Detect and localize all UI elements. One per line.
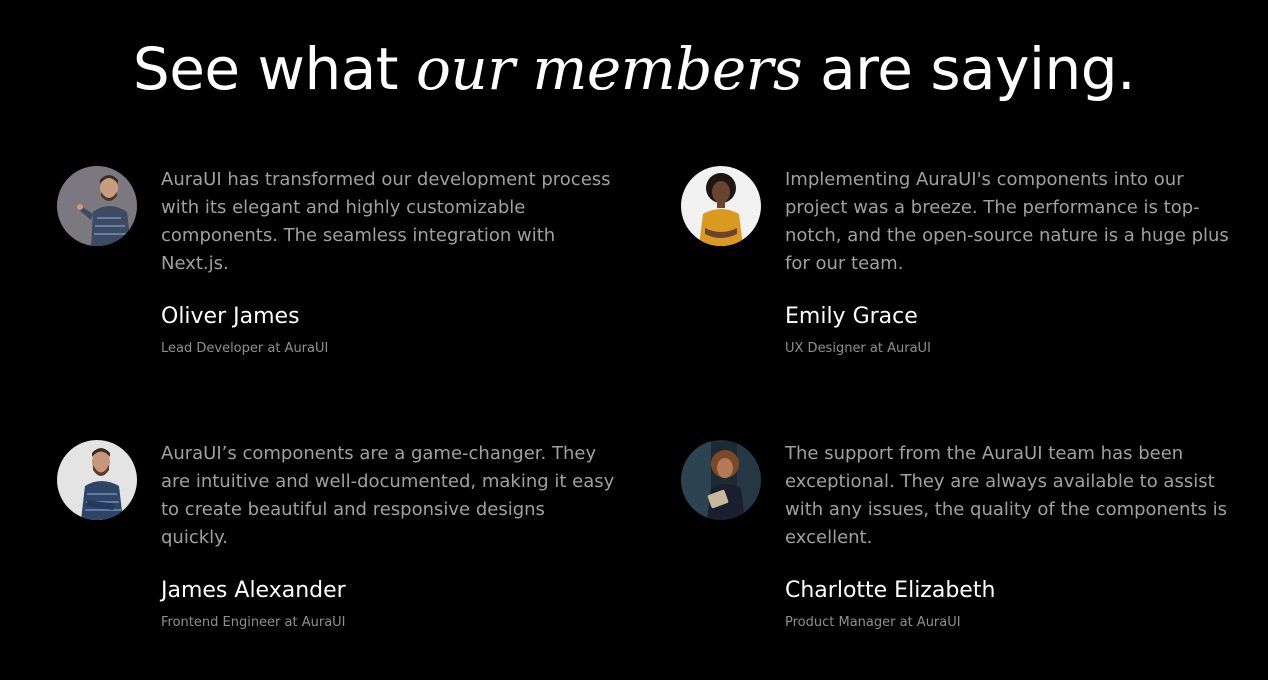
avatar	[57, 440, 137, 520]
testimonial-card: Implementing AuraUI's components into ou…	[681, 166, 1241, 386]
testimonial-card: AuraUI has transformed our development p…	[57, 166, 617, 386]
avatar-photo-icon	[57, 166, 137, 246]
author-role: UX Designer at AuraUI	[785, 341, 931, 356]
author-name: Oliver James	[161, 304, 300, 329]
author-name: Emily Grace	[785, 304, 918, 329]
author-role: Product Manager at AuraUI	[785, 615, 961, 630]
avatar	[681, 440, 761, 520]
testimonial-quote: The support from the AuraUI team has bee…	[785, 443, 1227, 548]
testimonial-quote: Implementing AuraUI's components into ou…	[785, 169, 1229, 274]
author-name: Charlotte Elizabeth	[785, 578, 996, 603]
author-role: Lead Developer at AuraUI	[161, 341, 329, 356]
author-name: James Alexander	[161, 578, 346, 603]
avatar	[57, 166, 137, 246]
testimonial-card: AuraUI’s components are a game-changer. …	[57, 440, 617, 660]
avatar-photo-icon	[681, 440, 761, 520]
avatar	[681, 166, 761, 246]
avatar-photo-icon	[681, 166, 761, 246]
heading-emphasis: our members	[415, 35, 803, 103]
heading-suffix: are saying.	[802, 35, 1136, 103]
avatar-photo-icon	[57, 440, 137, 520]
testimonial-quote: AuraUI’s components are a game-changer. …	[161, 443, 615, 548]
testimonial-quote: AuraUI has transformed our development p…	[161, 169, 611, 274]
testimonial-card: The support from the AuraUI team has bee…	[681, 440, 1241, 660]
author-role: Frontend Engineer at AuraUI	[161, 615, 346, 630]
section-heading: See what our members are saying.	[0, 32, 1268, 106]
heading-prefix: See what	[132, 35, 416, 103]
